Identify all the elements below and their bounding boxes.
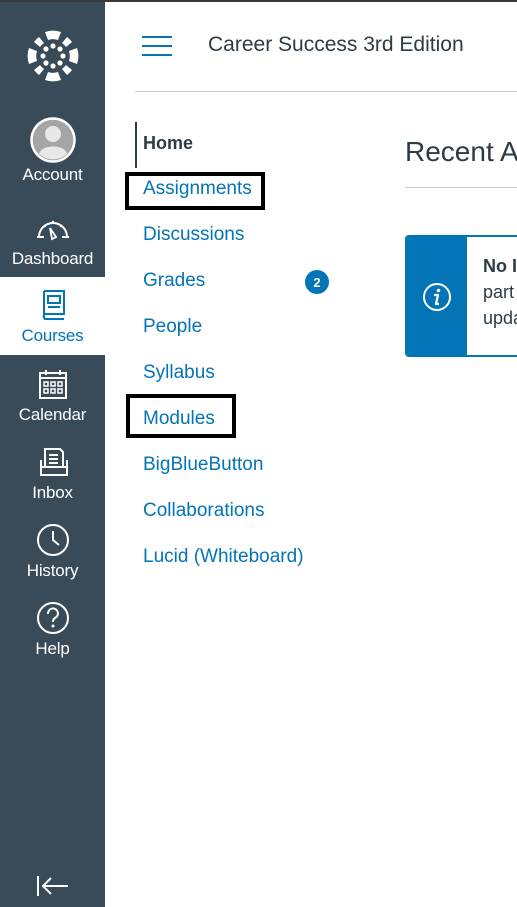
global-nav-label: History xyxy=(26,561,79,580)
global-nav-inbox[interactable]: Inbox xyxy=(0,434,105,512)
recent-activity-heading: Recent A xyxy=(405,136,517,167)
global-nav-account[interactable]: Account xyxy=(0,112,105,190)
canvas-logo[interactable] xyxy=(0,18,105,94)
calendar-icon xyxy=(38,370,67,399)
grades-count-badge: 2 xyxy=(305,270,329,294)
alert-icon-area xyxy=(407,237,467,355)
global-nav-label: Courses xyxy=(21,326,84,345)
global-nav-courses[interactable]: Courses xyxy=(0,277,105,355)
course-nav-discussions[interactable]: Discussions xyxy=(143,224,244,246)
course-nav-people[interactable]: People xyxy=(143,316,202,338)
avatar-icon xyxy=(29,117,76,163)
hamburger-icon xyxy=(142,36,172,38)
header-divider xyxy=(135,91,517,92)
canvas-logo-icon xyxy=(27,30,78,82)
global-nav-label: Dashboard xyxy=(11,249,94,268)
global-nav-dashboard[interactable]: Dashboard xyxy=(0,200,105,278)
course-menu-toggle[interactable] xyxy=(142,36,174,60)
course-nav-lucid-whiteboard[interactable]: Lucid (Whiteboard) xyxy=(143,546,304,568)
book-icon xyxy=(42,290,65,320)
course-nav-grades[interactable]: Grades xyxy=(143,270,205,292)
global-nav-label: Calendar xyxy=(18,405,87,424)
course-nav-syllabus[interactable]: Syllabus xyxy=(143,362,215,384)
course-nav-collaborations[interactable]: Collaborations xyxy=(143,500,264,522)
question-circle-icon xyxy=(36,602,69,634)
global-nav-label: Help xyxy=(35,639,70,658)
course-nav-bigbluebutton[interactable]: BigBlueButton xyxy=(143,454,263,476)
global-nav-label: Account xyxy=(22,165,83,184)
course-nav-home[interactable]: Home xyxy=(143,133,193,154)
global-nav-help[interactable]: Help xyxy=(0,590,105,668)
collapse-nav-button[interactable] xyxy=(34,872,70,900)
clock-icon xyxy=(36,524,69,556)
speedometer-icon xyxy=(36,220,69,241)
info-alert: No I part upda xyxy=(405,235,517,357)
active-indicator xyxy=(135,122,137,168)
recent-divider xyxy=(405,187,517,188)
global-nav-calendar[interactable]: Calendar xyxy=(0,356,105,434)
info-icon xyxy=(423,283,451,311)
course-title-breadcrumb[interactable]: Career Success 3rd Edition xyxy=(208,33,464,57)
highlight-box-assignments xyxy=(125,172,265,210)
window-top-border xyxy=(0,0,517,2)
inbox-icon xyxy=(39,448,68,476)
highlight-box-modules xyxy=(126,394,236,438)
global-nav-label: Inbox xyxy=(32,483,73,502)
alert-line-2: upda xyxy=(483,308,517,328)
collapse-nav-icon xyxy=(37,876,68,896)
alert-message: No I part upda xyxy=(483,253,517,331)
alert-line-1: part xyxy=(483,282,515,302)
global-nav-history[interactable]: History xyxy=(0,512,105,590)
alert-title: No I xyxy=(483,256,517,276)
global-nav: Account Dashboard Courses Calendar Inbox… xyxy=(0,0,105,907)
